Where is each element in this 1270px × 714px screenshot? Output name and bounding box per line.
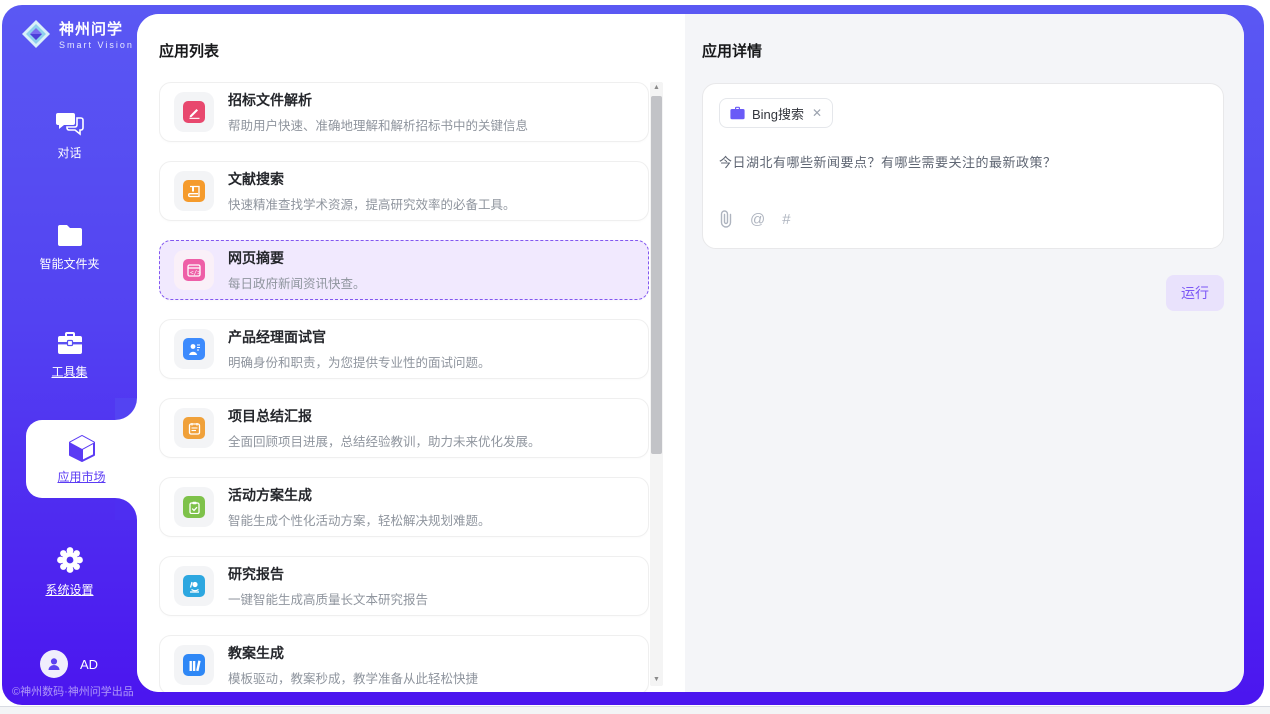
- user-avatar-icon: [46, 656, 62, 672]
- user-account[interactable]: AD: [40, 650, 98, 678]
- scroll-down-icon[interactable]: ▼: [650, 674, 663, 686]
- browser-code-icon: </>: [174, 250, 214, 290]
- input-toolbar: @ #: [719, 210, 1207, 228]
- svg-text:</>: </>: [190, 269, 201, 276]
- sidebar-item-label: 对话: [57, 144, 81, 161]
- app-list-title: 应用列表: [159, 40, 219, 61]
- sidebar-item-settings[interactable]: 系统设置: [2, 545, 137, 598]
- app-description: 每日政府新闻资讯快查。: [228, 273, 366, 292]
- app-name: 产品经理面试官: [228, 327, 491, 347]
- cube-icon: [67, 433, 97, 463]
- app-description: 明确身份和职责，为您提供专业性的面试问题。: [228, 352, 491, 371]
- app-name: 招标文件解析: [228, 90, 528, 110]
- gear-icon: [55, 545, 85, 575]
- list-item[interactable]: </> 网页摘要 每日政府新闻资讯快查。: [159, 240, 649, 300]
- app-description: 智能生成个性化活动方案，轻松解决规划难题。: [228, 510, 491, 529]
- list-scrollbar[interactable]: ▲ ▼: [650, 82, 663, 686]
- app-name: 教案生成: [228, 643, 478, 663]
- scroll-up-icon[interactable]: ▲: [650, 82, 663, 94]
- pen-icon: [174, 92, 214, 132]
- report-icon: [174, 408, 214, 448]
- list-item[interactable]: 活动方案生成 智能生成个性化活动方案，轻松解决规划难题。: [159, 477, 649, 537]
- window-bottom-edge: [0, 706, 1270, 714]
- sidebar-item-label: 智能文件夹: [39, 255, 99, 272]
- brand-name: 神州问学: [59, 18, 134, 39]
- toolbox-icon: [55, 330, 85, 357]
- app-description: 一键智能生成高质量长文本研究报告: [228, 589, 428, 608]
- list-item[interactable]: 产品经理面试官 明确身份和职责，为您提供专业性的面试问题。: [159, 319, 649, 379]
- app-description: 全面回顾项目进展，总结经验教训，助力未来优化发展。: [228, 431, 541, 450]
- query-input-value[interactable]: 今日湖北有哪些新闻要点？有哪些需要关注的最新政策？: [719, 152, 1207, 171]
- sidebar-item-label: 系统设置: [45, 581, 93, 598]
- clipboard-check-icon: [174, 487, 214, 527]
- books-icon: [174, 645, 214, 685]
- copyright-text: ©神州数码·神州问学出品: [12, 683, 147, 699]
- briefcase-icon: [730, 106, 745, 120]
- tool-chip-bing-search[interactable]: Bing搜索 ✕: [719, 98, 833, 128]
- app-detail-title: 应用详情: [702, 40, 1224, 61]
- book-icon: [174, 171, 214, 211]
- tab-curve-bottom: [115, 498, 137, 520]
- sidebar-item-label: 工具集: [51, 363, 87, 380]
- app-list-panel: 应用列表 招标文件解析 帮助用户快速、准确地理解和解析招标书中的关键信息 文献搜…: [137, 14, 685, 692]
- user-name: AD: [80, 657, 98, 672]
- brand-tagline: Smart Vision: [59, 40, 134, 50]
- app-name: 文献搜索: [228, 169, 516, 189]
- tab-curve-top: [115, 398, 137, 420]
- sidebar-item-chat[interactable]: 对话: [2, 110, 137, 161]
- list-item[interactable]: 研究报告 一键智能生成高质量长文本研究报告: [159, 556, 649, 616]
- app-window: 神州问学 Smart Vision 对话 智能文件夹: [2, 5, 1264, 705]
- list-item[interactable]: 教案生成 模板驱动，教案秒成，教学准备从此轻松快捷: [159, 635, 649, 692]
- list-item[interactable]: 项目总结汇报 全面回顾项目进展，总结经验教训，助力未来优化发展。: [159, 398, 649, 458]
- app-name: 活动方案生成: [228, 485, 491, 505]
- app-name: 研究报告: [228, 564, 428, 584]
- query-input-card[interactable]: Bing搜索 ✕ 今日湖北有哪些新闻要点？有哪些需要关注的最新政策？ @ #: [702, 83, 1224, 249]
- sidebar-item-app-market[interactable]: 应用市场: [26, 420, 137, 498]
- app-name: 项目总结汇报: [228, 406, 541, 426]
- content-panel: 应用列表 招标文件解析 帮助用户快速、准确地理解和解析招标书中的关键信息 文献搜…: [137, 14, 1244, 692]
- list-item[interactable]: 招标文件解析 帮助用户快速、准确地理解和解析招标书中的关键信息: [159, 82, 649, 142]
- research-icon: [174, 566, 214, 606]
- app-detail-panel: 应用详情 Bing搜索 ✕ 今日湖北有哪些新闻要点？有哪些需要关注的最新政策？ …: [685, 14, 1244, 692]
- hash-icon[interactable]: #: [782, 211, 790, 228]
- app-card-list: 招标文件解析 帮助用户快速、准确地理解和解析招标书中的关键信息 文献搜索 快速精…: [159, 82, 649, 692]
- attachment-icon[interactable]: [719, 210, 733, 228]
- scrollbar-thumb[interactable]: [651, 96, 662, 454]
- sidebar-item-smart-folder[interactable]: 智能文件夹: [2, 223, 137, 272]
- list-item[interactable]: 文献搜索 快速精准查找学术资源，提高研究效率的必备工具。: [159, 161, 649, 221]
- app-description: 模板驱动，教案秒成，教学准备从此轻松快捷: [228, 668, 478, 687]
- chat-icon: [55, 110, 85, 138]
- mention-icon[interactable]: @: [750, 211, 765, 228]
- run-button-row: 运行: [702, 275, 1224, 311]
- sidebar: 神州问学 Smart Vision 对话 智能文件夹: [2, 5, 137, 705]
- close-icon[interactable]: ✕: [812, 106, 822, 120]
- avatar: [40, 650, 68, 678]
- interviewer-icon: [174, 329, 214, 369]
- brand-logo: 神州问学 Smart Vision: [20, 18, 134, 50]
- app-description: 帮助用户快速、准确地理解和解析招标书中的关键信息: [228, 115, 528, 134]
- folder-icon: [55, 223, 85, 249]
- app-description: 快速精准查找学术资源，提高研究效率的必备工具。: [228, 194, 516, 213]
- brand-diamond-icon: [20, 18, 52, 50]
- tool-chip-label: Bing搜索: [752, 104, 804, 123]
- app-name: 网页摘要: [228, 248, 366, 268]
- run-button[interactable]: 运行: [1166, 275, 1224, 311]
- sidebar-item-toolset[interactable]: 工具集: [2, 330, 137, 380]
- sidebar-item-label: 应用市场: [57, 468, 105, 485]
